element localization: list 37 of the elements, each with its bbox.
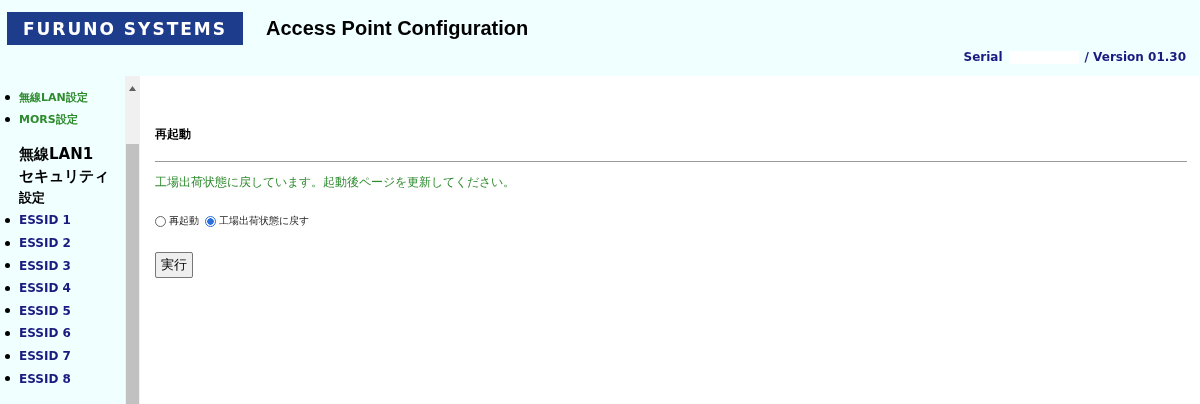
section-heading: 設定 <box>19 189 46 208</box>
sidebar-link[interactable]: 無線LAN設定 <box>19 89 88 105</box>
bullet-icon <box>5 117 10 123</box>
bullet-icon <box>5 308 10 314</box>
section-title: 再起動 <box>155 126 192 143</box>
sidebar-link[interactable]: ESSID 5 <box>19 303 71 318</box>
serial-label: Serial <box>963 50 1003 64</box>
sidebar-link[interactable]: ESSID 8 <box>19 371 71 386</box>
version-text: / Version 01.30 <box>1084 50 1186 64</box>
radio-button[interactable] <box>205 215 216 227</box>
logo: FURUNO SYSTEMS <box>7 12 243 45</box>
sidebar-link[interactable]: ESSID 2 <box>19 236 71 251</box>
section-heading: 無線LAN1 <box>19 144 95 166</box>
bullet-icon <box>5 353 10 359</box>
scrollbar[interactable] <box>125 76 140 404</box>
bullet-icon <box>5 376 10 382</box>
sidebar-link[interactable]: ESSID 3 <box>19 258 71 273</box>
sidebar-link[interactable]: ESSID 1 <box>19 213 71 228</box>
execute-button[interactable]: 実行 <box>155 252 193 278</box>
radio-label[interactable]: 再起動 <box>169 214 199 228</box>
scrollbar-thumb[interactable] <box>126 144 139 404</box>
page-title: Access Point Configuration <box>266 17 529 40</box>
sidebar-link[interactable]: ESSID 7 <box>19 349 71 364</box>
sidebar-link[interactable]: MORS設定 <box>19 112 78 128</box>
sidebar-link[interactable]: ESSID 4 <box>19 281 71 296</box>
radio-label[interactable]: 工場出荷状態に戻す <box>219 214 309 228</box>
sidebar-link[interactable]: ESSID 6 <box>19 326 71 341</box>
bullet-icon <box>5 285 10 291</box>
bullet-icon <box>5 94 10 100</box>
section-heading: セキュリティ <box>19 166 110 188</box>
bullet-icon <box>5 330 10 336</box>
radio-button[interactable] <box>155 215 166 227</box>
status-message: 工場出荷状態に戻しています。起動後ページを更新してください。 <box>155 174 516 191</box>
scroll-up-icon[interactable] <box>129 86 136 91</box>
bullet-icon <box>5 263 10 269</box>
bullet-icon <box>5 218 10 223</box>
bullet-icon <box>5 240 10 246</box>
